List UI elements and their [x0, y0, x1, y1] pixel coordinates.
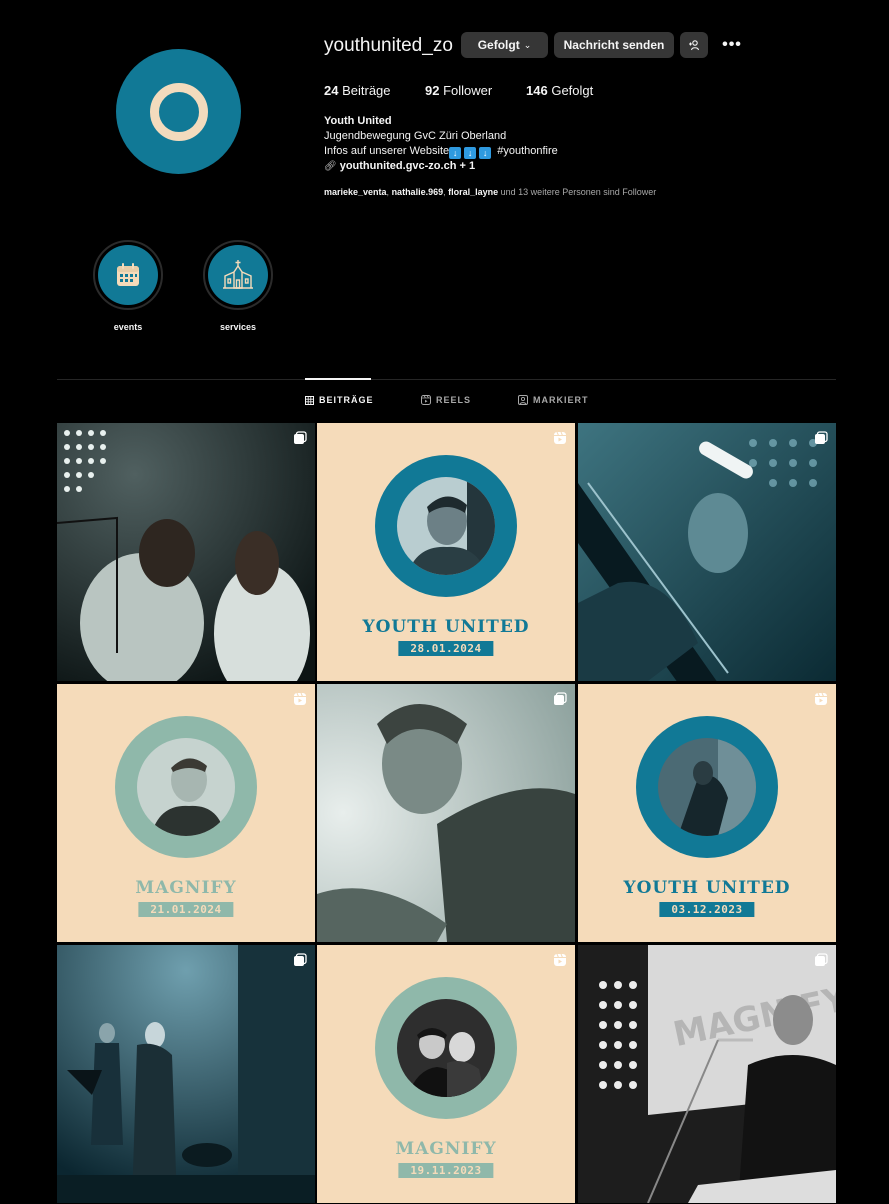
highlight-cover [208, 245, 268, 305]
graphic-date: 28.01.2024 [398, 641, 493, 656]
stat-followers-label: Follower [443, 83, 492, 98]
graphic-title: MAGNIFY [57, 878, 315, 898]
profile-header: youthunited_zo Gefolgt ⌄ Nachricht sende… [0, 0, 889, 360]
grid-icon [305, 396, 314, 405]
highlight-cover [98, 245, 158, 305]
post-photo-image: MAGNIFY [578, 945, 836, 1203]
carousel-icon [814, 431, 828, 445]
carousel-icon [814, 953, 828, 967]
bio-name: Youth United [324, 114, 558, 129]
carousel-icon [293, 953, 307, 967]
stat-posts[interactable]: 24 Beiträge [324, 83, 391, 98]
message-button[interactable]: Nachricht senden [554, 32, 674, 58]
link-icon: 🔗︎ [324, 161, 337, 172]
highlight-ring [93, 240, 163, 310]
graphic-portrait [658, 738, 756, 836]
bio-line-2: Infos auf unserer Website↓↓↓ #youthonfir… [324, 144, 558, 159]
bio-hashtag-link[interactable]: #youthonfire [497, 145, 558, 157]
chevron-down-icon: ⌄ [524, 40, 532, 51]
highlight-services[interactable]: services [203, 240, 273, 332]
bio-link-row: 🔗︎youthunited.gvc-zo.ch + 1 [324, 159, 558, 174]
post-tile[interactable]: YOUTH UNITED 03.12.2023 [578, 684, 836, 942]
tab-posts-label: BEITRÄGE [319, 395, 374, 405]
follower-name[interactable]: marieke_venta [324, 187, 387, 197]
profile-username: youthunited_zo [324, 35, 453, 57]
active-tab-indicator [305, 378, 371, 380]
graphic-title: YOUTH UNITED [317, 617, 575, 637]
avatar-logo-ring [150, 83, 208, 141]
post-tile[interactable]: YOUTH UNITED 28.01.2024 [317, 423, 575, 681]
post-tile[interactable]: MAGNIFY [578, 945, 836, 1203]
follower-name[interactable]: floral_layne [448, 187, 498, 197]
tab-posts[interactable]: BEITRÄGE [305, 395, 374, 405]
stat-followers-count: 92 [425, 83, 439, 98]
stat-following-label: Gefolgt [551, 83, 593, 98]
post-tile[interactable] [57, 423, 315, 681]
bio-extra-links[interactable]: + 1 [460, 160, 476, 172]
post-tile[interactable]: MAGNIFY 19.11.2023 [317, 945, 575, 1203]
bio-line-1: Jugendbewegung GvC Züri Oberland [324, 129, 558, 144]
stat-following-count: 146 [526, 83, 548, 98]
down-arrow-emoji-icon: ↓ [449, 147, 461, 159]
reel-icon [293, 692, 307, 706]
stat-posts-count: 24 [324, 83, 338, 98]
highlight-label: services [203, 322, 273, 332]
calendar-icon [114, 261, 142, 289]
followed-by-suffix: und 13 weitere Personen sind Follower [501, 187, 657, 197]
post-tile[interactable]: MAGNIFY 21.01.2024 [57, 684, 315, 942]
post-photo-image [57, 945, 315, 1203]
carousel-icon [293, 431, 307, 445]
stat-following[interactable]: 146 Gefolgt [526, 83, 593, 98]
down-arrow-emoji-icon: ↓ [479, 147, 491, 159]
graphic-ring [636, 716, 778, 858]
graphic-portrait [397, 477, 495, 575]
reel-icon [814, 692, 828, 706]
graphic-date: 19.11.2023 [398, 1163, 493, 1178]
highlight-label: events [93, 322, 163, 332]
post-photo-image [57, 423, 315, 681]
post-photo-image [317, 684, 575, 942]
tab-tagged[interactable]: MARKIERT [518, 395, 589, 405]
graphic-date: 21.01.2024 [138, 902, 233, 917]
tagged-icon [518, 395, 528, 405]
stat-posts-label: Beiträge [342, 83, 390, 98]
graphic-portrait [397, 999, 495, 1097]
highlight-ring [203, 240, 273, 310]
tab-reels-label: REELS [436, 395, 471, 405]
tab-reels[interactable]: REELS [421, 395, 471, 405]
add-user-icon [688, 39, 700, 51]
tab-tagged-label: MARKIERT [533, 395, 589, 405]
highlight-events[interactable]: events [93, 240, 163, 332]
graphic-title: YOUTH UNITED [578, 878, 836, 898]
profile-avatar[interactable] [116, 49, 241, 174]
stat-followers[interactable]: 92 Follower [425, 83, 492, 98]
follower-name[interactable]: nathalie.969 [392, 187, 444, 197]
bio-website-link[interactable]: youthunited.gvc-zo.ch [340, 160, 457, 172]
post-tile[interactable] [578, 423, 836, 681]
carousel-icon [553, 692, 567, 706]
suggest-user-button[interactable] [680, 32, 708, 58]
church-icon [221, 258, 255, 292]
post-tile[interactable] [57, 945, 315, 1203]
following-button-label: Gefolgt [478, 38, 520, 52]
graphic-ring [375, 455, 517, 597]
reel-icon [553, 953, 567, 967]
graphic-ring [115, 716, 257, 858]
reel-icon [553, 431, 567, 445]
post-tile[interactable] [317, 684, 575, 942]
reels-icon [421, 395, 431, 405]
graphic-ring [375, 977, 517, 1119]
profile-bio: Youth United Jugendbewegung GvC Züri Obe… [324, 114, 558, 174]
tabs-divider [57, 379, 836, 380]
bio-line-2-text: Infos auf unserer Website [324, 145, 449, 157]
down-arrow-emoji-icon: ↓ [464, 147, 476, 159]
post-photo-image [578, 423, 836, 681]
followed-by[interactable]: marieke_venta, nathalie.969, floral_layn… [324, 187, 656, 197]
following-button[interactable]: Gefolgt ⌄ [461, 32, 548, 58]
more-options-icon[interactable]: ••• [720, 36, 744, 54]
graphic-date: 03.12.2023 [659, 902, 754, 917]
graphic-title: MAGNIFY [317, 1139, 575, 1159]
graphic-portrait [137, 738, 235, 836]
